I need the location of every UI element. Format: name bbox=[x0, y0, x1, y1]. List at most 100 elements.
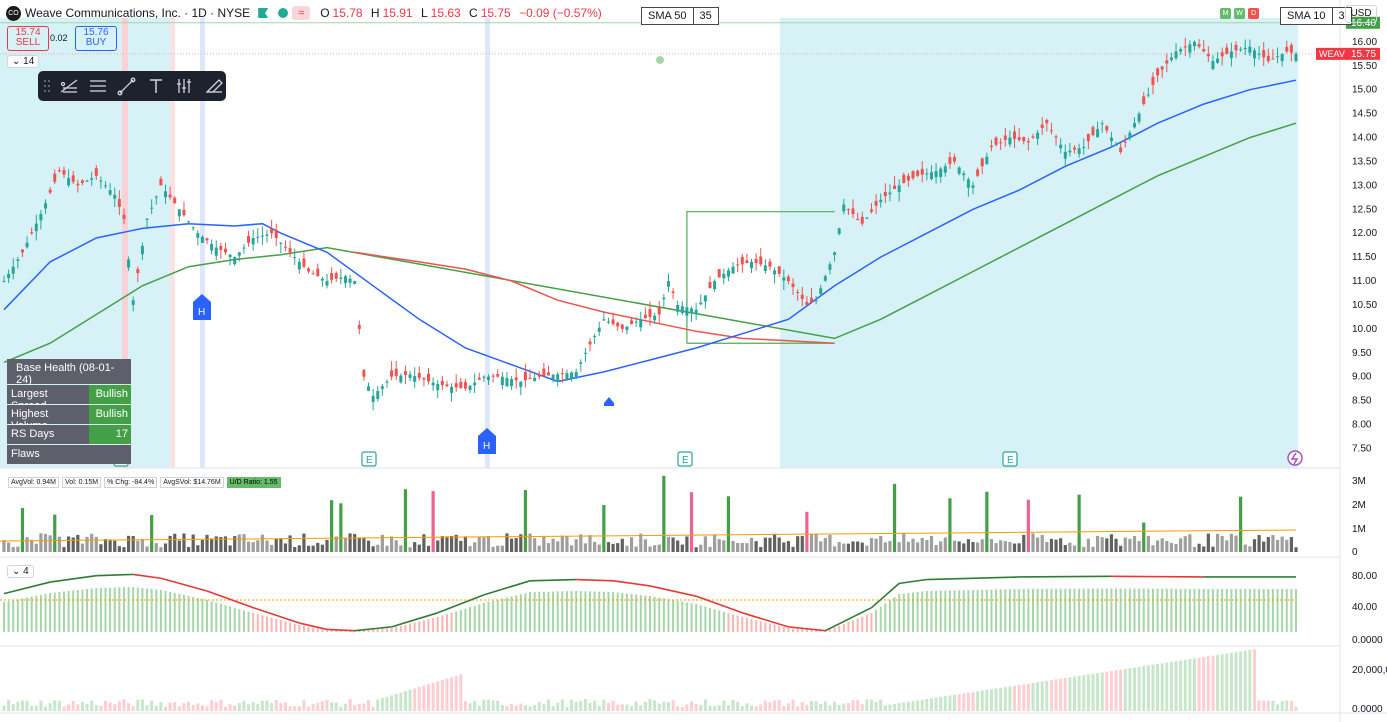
candle-body bbox=[487, 376, 490, 380]
histogram-bar bbox=[542, 703, 546, 711]
candle-body bbox=[1119, 147, 1123, 152]
candle-body bbox=[929, 172, 933, 180]
histogram-bar bbox=[191, 704, 195, 711]
price-tick-label: 11.50 bbox=[1352, 252, 1377, 263]
oscillator-bar bbox=[109, 587, 112, 632]
volume-bar bbox=[1072, 545, 1077, 552]
histogram-bar bbox=[219, 699, 223, 711]
oscillator-bar bbox=[326, 630, 328, 632]
volume-bar bbox=[436, 540, 440, 552]
drag-handle-icon[interactable] bbox=[42, 74, 52, 98]
main-indicators-collapse[interactable]: ⌄ 14 bbox=[7, 55, 40, 68]
sma10-legend[interactable]: SMA 10 3 bbox=[1280, 7, 1352, 25]
oscillator-bar bbox=[741, 617, 744, 632]
sma50-legend[interactable]: SMA 50 35 bbox=[641, 7, 719, 25]
text-tool-icon[interactable] bbox=[145, 74, 168, 98]
volume-bar bbox=[902, 533, 906, 552]
horizontal-lines-icon[interactable] bbox=[87, 74, 110, 98]
candle-body bbox=[966, 179, 970, 188]
volume-bar bbox=[256, 540, 260, 552]
volume-bar bbox=[449, 536, 454, 552]
histogram-bar bbox=[1146, 665, 1150, 711]
candle-body bbox=[1086, 133, 1090, 142]
oscillator-bar bbox=[1004, 589, 1007, 632]
histogram-bar bbox=[588, 702, 592, 711]
histogram-bar bbox=[140, 699, 144, 711]
volume-bar bbox=[182, 533, 186, 552]
volume-bar bbox=[463, 536, 468, 552]
volume-bar bbox=[759, 547, 763, 552]
histogram-bar bbox=[546, 699, 550, 711]
price-tick-label: 11.00 bbox=[1352, 276, 1377, 287]
histogram-bar bbox=[25, 700, 29, 711]
candle-body bbox=[745, 260, 749, 264]
candle-body bbox=[800, 294, 804, 299]
chart-canvas[interactable]: 16.00 15.50 15.00 14.50 14.00 13.50 13.00 12.50… bbox=[0, 0, 1387, 722]
volume-bar bbox=[108, 539, 112, 552]
candle-body bbox=[768, 261, 772, 267]
volume-bar bbox=[357, 537, 361, 552]
volume-bar bbox=[136, 540, 140, 552]
candle-body bbox=[108, 190, 112, 195]
histogram-bar bbox=[1008, 686, 1012, 711]
histogram-bar bbox=[362, 703, 366, 711]
candle-body bbox=[1068, 150, 1072, 153]
histogram-bar bbox=[394, 694, 398, 711]
measure-icon[interactable] bbox=[174, 74, 197, 98]
volume-bar bbox=[745, 543, 749, 552]
histogram-bar bbox=[200, 705, 204, 711]
oscillator-bar bbox=[1175, 588, 1178, 632]
candle-body bbox=[1243, 47, 1247, 50]
volume-bar bbox=[565, 536, 569, 552]
symbol-logo[interactable]: CO bbox=[6, 5, 21, 21]
volume-bar bbox=[1192, 546, 1197, 552]
candle-body bbox=[1239, 49, 1243, 51]
histogram-bar bbox=[616, 704, 620, 711]
candle-body bbox=[80, 180, 84, 183]
histogram-bar bbox=[1248, 650, 1252, 711]
histogram-bar bbox=[168, 702, 172, 711]
volume-bar bbox=[689, 492, 694, 552]
compare-icon[interactable]: ≈ bbox=[292, 6, 311, 20]
volume-bar bbox=[1271, 535, 1275, 552]
oscillator-bar bbox=[681, 601, 684, 632]
eraser-icon[interactable] bbox=[203, 74, 226, 98]
histogram-bar bbox=[256, 704, 260, 711]
volume-bar bbox=[523, 490, 528, 552]
histogram-bar bbox=[879, 699, 883, 711]
volume-bar bbox=[634, 546, 638, 552]
candle-body bbox=[551, 374, 555, 380]
volume-bar bbox=[1100, 537, 1104, 552]
histogram-bar bbox=[1280, 701, 1284, 711]
sell-button[interactable]: 15.74 SELL bbox=[7, 26, 49, 51]
oscillator-bar bbox=[505, 597, 508, 632]
oscillator-bar bbox=[450, 612, 453, 632]
candle-body bbox=[519, 381, 523, 388]
volume-bar bbox=[952, 540, 957, 552]
flag-icon[interactable] bbox=[258, 8, 269, 18]
trend-lines-icon[interactable] bbox=[58, 74, 81, 98]
volume-bar bbox=[1280, 536, 1284, 552]
oscillator-bar bbox=[1013, 589, 1016, 632]
symbol-title[interactable]: Weave Communications, Inc. · 1D · NYSE bbox=[25, 6, 250, 20]
oscillator-bar bbox=[150, 589, 153, 632]
oscillator-collapse[interactable]: ⌄ 4 bbox=[7, 565, 34, 578]
candle-body bbox=[671, 291, 675, 293]
histogram-bar bbox=[94, 704, 98, 711]
oscillator-bar bbox=[1036, 588, 1039, 632]
histogram-bar bbox=[800, 702, 804, 711]
oscillator-group bbox=[0, 573, 1297, 632]
buy-button[interactable]: 15.76 BUY bbox=[75, 26, 117, 51]
candle-body bbox=[1216, 58, 1220, 63]
volume-bar bbox=[1142, 522, 1146, 552]
volume-bar bbox=[113, 540, 117, 552]
oscillator-bar bbox=[510, 596, 513, 632]
histogram-bar bbox=[99, 706, 103, 711]
oscillator-bar bbox=[1239, 589, 1242, 632]
oscillator-bar bbox=[1161, 588, 1164, 632]
currency-button[interactable]: USD bbox=[1345, 5, 1377, 23]
histogram-bar bbox=[939, 696, 943, 711]
candle-body bbox=[1202, 49, 1206, 52]
histogram-bar bbox=[390, 695, 394, 711]
brush-icon[interactable] bbox=[116, 74, 139, 98]
